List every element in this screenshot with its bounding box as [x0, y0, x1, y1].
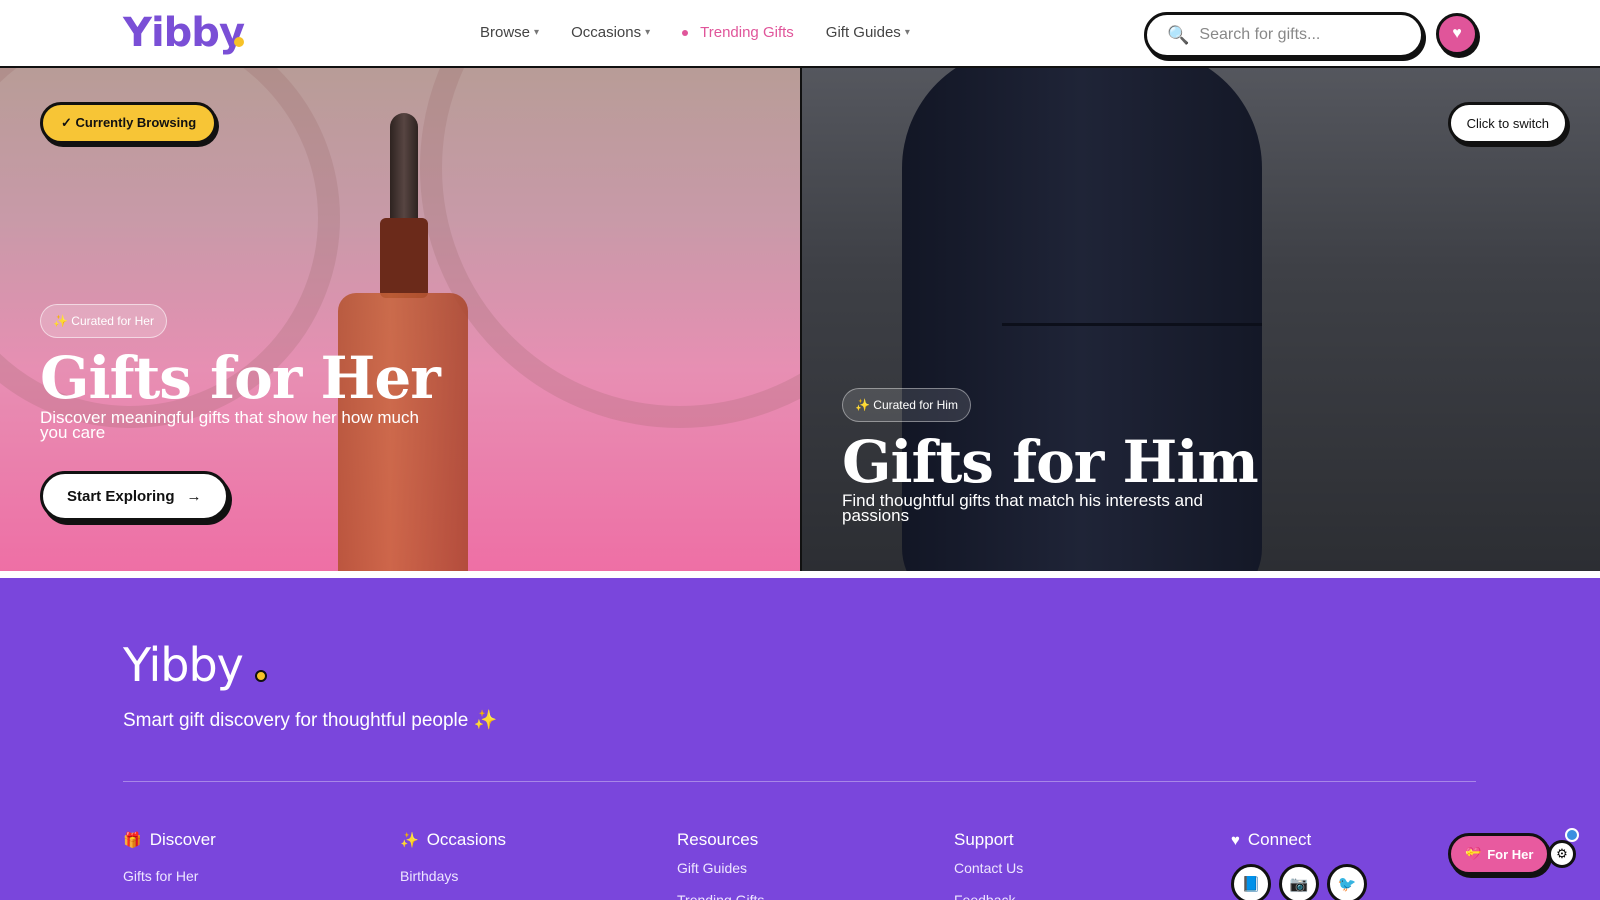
hero-panel-him[interactable]: Click to switch ✨ Curated for Him Gifts …	[800, 68, 1600, 571]
footer-col-heading: ✨ Occasions	[400, 830, 506, 850]
start-exploring-label: Start Exploring	[67, 487, 175, 505]
discover-heading: Discover	[149, 830, 216, 849]
gift-heart-icon: 💝	[1465, 846, 1482, 861]
main-nav: Browse ▾ Occasions ▾ Trending Gifts Gift…	[480, 24, 910, 41]
footer-link-gift-guides[interactable]: Gift Guides	[677, 860, 764, 876]
footer-logo[interactable]: Yibby	[123, 638, 244, 692]
nav-gift-guides-label: Gift Guides	[825, 24, 901, 41]
nav-trending-label: Trending Gifts	[700, 24, 794, 41]
footer-col-discover: 🎁 Discover Gifts for Her	[123, 830, 216, 884]
dropper-bottle-neck	[380, 218, 428, 298]
footer-col-resources: Resources Gift Guides Trending Gifts	[677, 830, 764, 900]
gift-icon: 🎁	[123, 832, 142, 849]
footer-col-connect: ♥ Connect 📘 📷 🐦	[1231, 830, 1367, 900]
footer-col-heading: 🎁 Discover	[123, 830, 216, 850]
footer-link-contact-us[interactable]: Contact Us	[954, 860, 1023, 876]
hero-panel-her[interactable]: ✓ Currently Browsing ✨ Curated for Her G…	[0, 68, 800, 571]
start-exploring-button[interactable]: Start Exploring →	[40, 471, 229, 521]
footer-link-birthdays[interactable]: Birthdays	[400, 868, 506, 884]
notification-dot	[1565, 828, 1579, 842]
facebook-icon[interactable]: 📘	[1231, 864, 1271, 900]
logo[interactable]: Yibby	[123, 10, 245, 56]
chevron-down-icon: ▾	[645, 27, 651, 38]
occasions-heading: Occasions	[426, 830, 507, 849]
for-her-toggle-button[interactable]: 💝 For Her	[1448, 833, 1551, 875]
heart-icon: ♥	[1231, 831, 1240, 849]
nav-browse-label: Browse	[480, 24, 531, 41]
footer-link-trending-gifts[interactable]: Trending Gifts	[677, 892, 764, 900]
backpack-pocket-line	[1002, 323, 1262, 326]
hero-split: ✓ Currently Browsing ✨ Curated for Her G…	[0, 68, 1600, 571]
instagram-icon[interactable]: 📷	[1279, 864, 1319, 900]
footer-link-gifts-for-her[interactable]: Gifts for Her	[123, 868, 216, 884]
currently-browsing-badge: ✓ Currently Browsing	[40, 102, 218, 144]
sparkles-icon: ✨	[400, 832, 419, 849]
search-input[interactable]	[1199, 26, 1400, 44]
arrow-right-icon: →	[186, 487, 202, 505]
footer-tagline: Smart gift discovery for thoughtful peop…	[123, 710, 498, 731]
settings-button[interactable]: ⚙	[1548, 840, 1576, 868]
nav-gift-guides[interactable]: Gift Guides ▾	[826, 24, 910, 41]
footer-col-occasions: ✨ Occasions Birthdays	[400, 830, 506, 884]
logo-dot	[234, 37, 244, 47]
favorites-button[interactable]: ♥	[1436, 13, 1478, 55]
footer-logo-dot	[255, 670, 267, 682]
nav-occasions[interactable]: Occasions ▾	[571, 24, 650, 41]
leaf-shadow-decoration	[420, 68, 800, 428]
curated-for-her-chip: ✨ Curated for Her	[40, 304, 167, 338]
trending-dot-icon	[682, 29, 689, 36]
twitter-icon[interactable]: 🐦	[1327, 864, 1367, 900]
chevron-down-icon: ▾	[904, 27, 910, 38]
for-her-label: For Her	[1487, 846, 1534, 862]
dropper-bottle-image	[390, 113, 418, 223]
support-heading: Support	[954, 830, 1014, 849]
resources-heading: Resources	[677, 830, 759, 849]
click-to-switch-button[interactable]: Click to switch	[1447, 102, 1568, 144]
top-header: Yibby Browse ▾ Occasions ▾ Trending Gift…	[0, 0, 1600, 68]
search-icon: 🔍	[1167, 24, 1190, 45]
chevron-down-icon: ▾	[534, 27, 540, 38]
curated-for-him-chip: ✨ Curated for Him	[842, 388, 971, 422]
hero-subtitle-her: Discover meaningful gifts that show her …	[40, 408, 419, 442]
footer-col-support: Support Contact Us Feedback	[954, 830, 1023, 900]
hero-subtitle-him: Find thoughtful gifts that match his int…	[842, 491, 1203, 525]
hero-title-her: Gifts for Her	[40, 344, 441, 412]
site-footer: Yibby Smart gift discovery for thoughtfu…	[0, 578, 1600, 900]
social-links: 📘 📷 🐦	[1231, 864, 1367, 900]
heart-icon: ♥	[1452, 25, 1462, 42]
connect-heading: Connect	[1247, 830, 1312, 849]
gear-icon: ⚙	[1556, 846, 1568, 861]
search-box[interactable]: 🔍	[1144, 12, 1424, 58]
nav-browse[interactable]: Browse ▾	[480, 24, 539, 41]
footer-divider	[123, 781, 1476, 782]
hero-title-him: Gifts for Him	[842, 428, 1259, 496]
nav-trending-gifts[interactable]: Trending Gifts	[682, 24, 794, 41]
nav-occasions-label: Occasions	[571, 24, 642, 41]
footer-link-feedback[interactable]: Feedback	[954, 892, 1023, 900]
footer-col-heading: ♥ Connect	[1231, 830, 1367, 850]
